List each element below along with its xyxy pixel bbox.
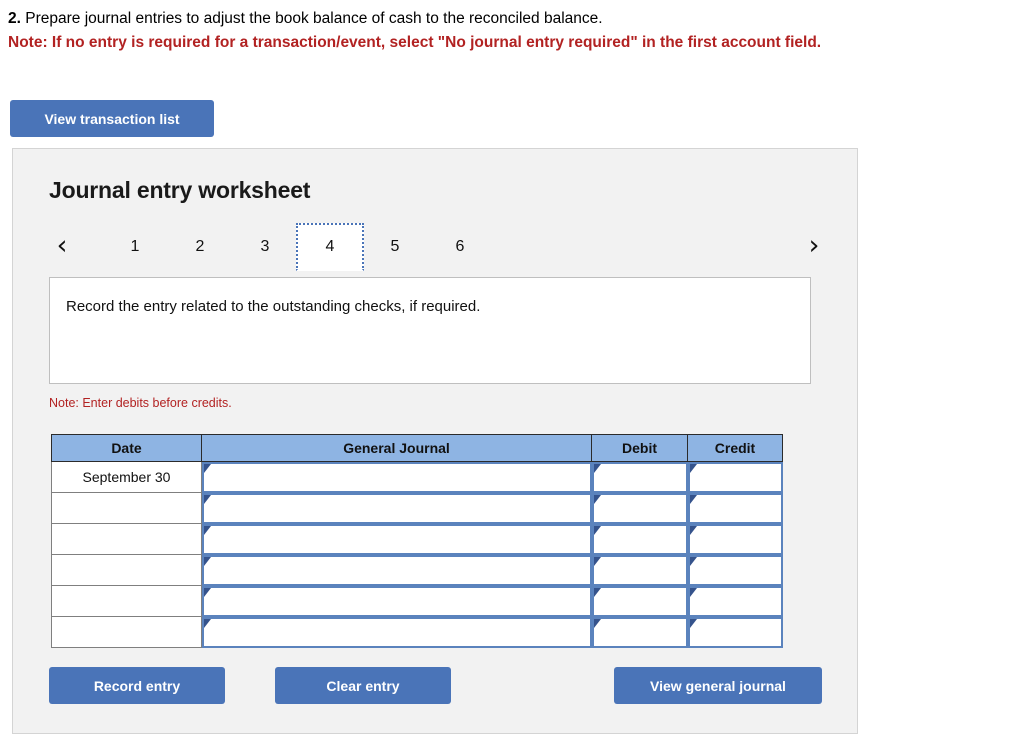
pager-tab-5[interactable]: 5 (361, 223, 429, 271)
debit-cell (591, 492, 688, 524)
column-header-debit: Debit (591, 434, 688, 462)
entry-instruction-text: Record the entry related to the outstand… (66, 298, 481, 315)
date-cell[interactable] (51, 492, 202, 524)
debit-input[interactable] (591, 585, 688, 617)
general-journal-cell (201, 554, 592, 586)
table-row (51, 492, 783, 524)
credit-cell (687, 492, 783, 524)
journal-entry-table: Date General Journal Debit Credit Septem… (51, 434, 783, 648)
column-header-credit: Credit (687, 434, 783, 462)
date-cell[interactable] (51, 554, 202, 586)
credit-input[interactable] (687, 554, 783, 586)
column-header-date: Date (51, 434, 202, 462)
credit-input[interactable] (687, 462, 783, 493)
clear-entry-button[interactable]: Clear entry (275, 667, 451, 704)
pager-tab-2[interactable]: 2 (166, 223, 234, 271)
pager-tab-4[interactable]: 4 (296, 223, 364, 271)
debit-input[interactable] (591, 554, 688, 586)
general-journal-select[interactable] (202, 492, 592, 524)
date-cell: September 30 (51, 461, 202, 493)
page-title: Journal entry worksheet (49, 177, 311, 203)
debit-cell (591, 585, 688, 617)
general-journal-cell (201, 492, 592, 524)
date-cell[interactable] (51, 585, 202, 617)
debit-input[interactable] (591, 492, 688, 524)
question-note: Note: If no entry is required for a tran… (8, 34, 822, 51)
table-row (51, 554, 783, 586)
general-journal-select[interactable] (202, 523, 592, 555)
table-row (51, 616, 783, 648)
general-journal-cell (201, 585, 592, 617)
date-cell[interactable] (51, 523, 202, 555)
question-number: 2. (8, 10, 21, 27)
general-journal-select[interactable] (202, 462, 592, 493)
general-journal-select[interactable] (202, 616, 592, 648)
credit-cell (687, 523, 783, 555)
pager-tab-6[interactable]: 6 (426, 223, 494, 271)
table-row: September 30 (51, 461, 783, 493)
general-journal-cell (201, 616, 592, 648)
general-journal-select[interactable] (202, 585, 592, 617)
credit-cell (687, 616, 783, 648)
credit-cell (687, 461, 783, 493)
general-journal-cell (201, 461, 592, 493)
journal-entry-worksheet-panel: Journal entry worksheet ‹ 1 2 3 4 5 6 › … (12, 148, 858, 734)
debit-cell (591, 461, 688, 493)
question-prompt-line: 2. Prepare journal entries to adjust the… (8, 8, 1018, 30)
credit-input[interactable] (687, 523, 783, 555)
table-row (51, 585, 783, 617)
question-prompt: 2. Prepare journal entries to adjust the… (8, 8, 1018, 54)
debit-input[interactable] (591, 616, 688, 648)
column-header-general-journal: General Journal (201, 434, 592, 462)
credit-input[interactable] (687, 492, 783, 524)
credit-input[interactable] (687, 585, 783, 617)
worksheet-pager: ‹ 1 2 3 4 5 6 › (49, 219, 839, 271)
view-general-journal-button[interactable]: View general journal (614, 667, 822, 704)
credit-cell (687, 585, 783, 617)
table-header-row: Date General Journal Debit Credit (51, 434, 783, 462)
general-journal-cell (201, 523, 592, 555)
debit-cell (591, 616, 688, 648)
pager-tab-3[interactable]: 3 (231, 223, 299, 271)
debit-cell (591, 554, 688, 586)
entry-instruction-box: Record the entry related to the outstand… (49, 277, 811, 384)
table-row (51, 523, 783, 555)
credit-cell (687, 554, 783, 586)
chevron-right-icon[interactable]: › (801, 230, 827, 260)
general-journal-select[interactable] (202, 554, 592, 586)
chevron-left-icon[interactable]: ‹ (49, 230, 75, 260)
date-cell[interactable] (51, 616, 202, 648)
credit-input[interactable] (687, 616, 783, 648)
question-text: Prepare journal entries to adjust the bo… (25, 10, 603, 27)
pager-tab-1[interactable]: 1 (101, 223, 169, 271)
debit-cell (591, 523, 688, 555)
view-transaction-list-button[interactable]: View transaction list (10, 100, 214, 137)
debit-input[interactable] (591, 523, 688, 555)
debits-before-credits-note: Note: Enter debits before credits. (49, 396, 232, 410)
record-entry-button[interactable]: Record entry (49, 667, 225, 704)
debit-input[interactable] (591, 462, 688, 493)
